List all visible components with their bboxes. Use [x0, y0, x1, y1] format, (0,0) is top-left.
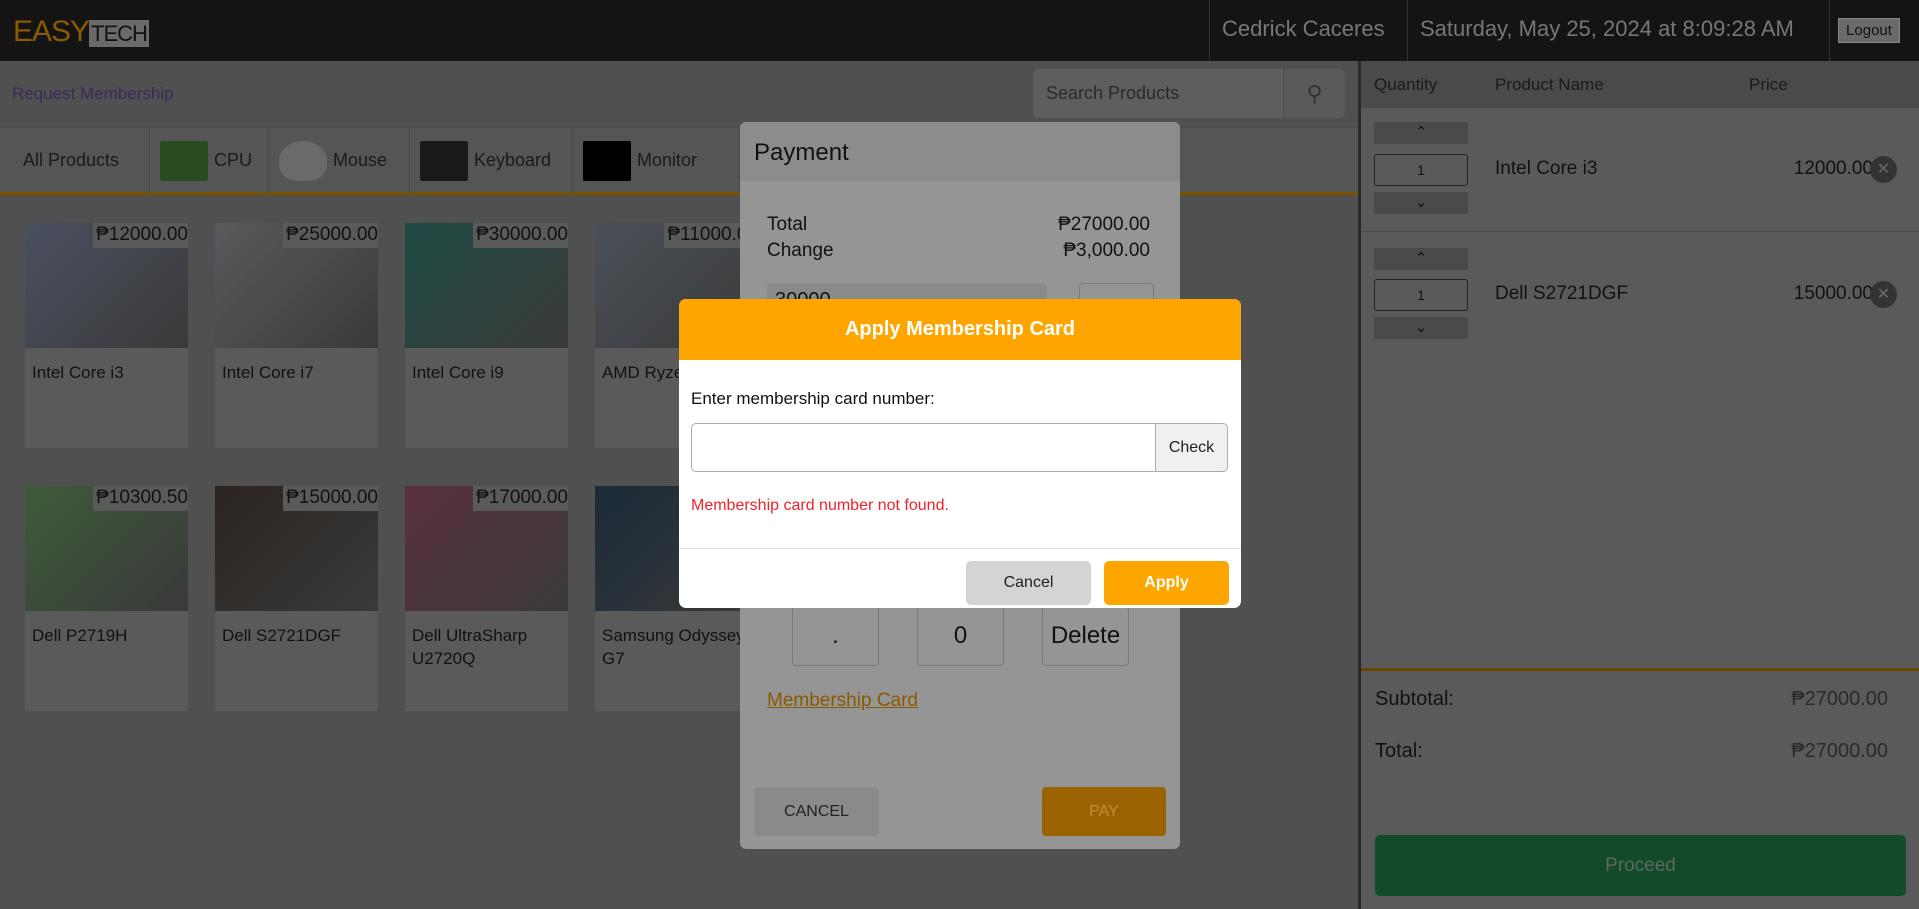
- subtotal-value: ₱27000.00: [1791, 688, 1888, 710]
- product-name: Dell UltraSharp U2720Q: [412, 626, 528, 668]
- logo-easy: EASY: [13, 15, 90, 48]
- cart-row: ⌃ 1 ⌄ Intel Core i3 12000.00 ✕: [1361, 108, 1919, 232]
- category-label: Monitor: [637, 150, 698, 170]
- error-message: Membership card number not found.: [691, 497, 949, 514]
- search-button[interactable]: ⚲: [1283, 69, 1345, 118]
- quantity-header: Quantity: [1374, 75, 1438, 94]
- keyboard-icon: [420, 140, 468, 181]
- category-label: All Products: [23, 150, 120, 170]
- product-price: ₱30000.00: [473, 223, 568, 248]
- quantity-input[interactable]: 1: [1374, 279, 1468, 311]
- increase-qty-button[interactable]: ⌃: [1374, 122, 1468, 144]
- category-label: Mouse: [333, 150, 388, 170]
- product-price: ₱15000.00: [283, 486, 378, 511]
- product-card[interactable]: ₱30000.00 Intel Core i9: [405, 223, 568, 448]
- decrease-qty-button[interactable]: ⌄: [1374, 192, 1468, 214]
- dialog-cancel-button[interactable]: Cancel: [966, 561, 1091, 605]
- product-name-header: Product Name: [1495, 75, 1604, 94]
- product-name: Intel Core i7: [222, 363, 314, 382]
- increase-qty-button[interactable]: ⌃: [1374, 248, 1468, 270]
- product-name: Samsung Odyssey G7: [602, 626, 745, 668]
- apply-button[interactable]: Apply: [1104, 561, 1229, 605]
- product-card[interactable]: ₱10300.50 Dell P2719H: [25, 486, 188, 711]
- decrease-qty-button[interactable]: ⌄: [1374, 317, 1468, 339]
- mouse-icon: [279, 140, 327, 181]
- category-mouse[interactable]: Mouse: [269, 128, 410, 193]
- product-card[interactable]: ₱17000.00 Dell UltraSharp U2720Q: [405, 486, 568, 711]
- cart-item-name: Dell S2721DGF: [1495, 283, 1629, 304]
- keypad-dot[interactable]: .: [792, 606, 879, 666]
- cart-header: Quantity Product Name Price: [1361, 61, 1919, 108]
- category-cpu[interactable]: CPU: [150, 128, 269, 193]
- monitor-icon: [583, 140, 631, 181]
- category-label: CPU: [214, 150, 253, 170]
- logo-tech: TECH: [89, 20, 149, 47]
- price-header: Price: [1749, 75, 1788, 94]
- product-price: ₱12000.00: [93, 223, 188, 248]
- payment-total-label: Total: [767, 214, 808, 235]
- card-number-label: Enter membership card number:: [691, 389, 935, 408]
- category-all-products[interactable]: All Products: [0, 128, 150, 193]
- product-price: ₱10300.50: [93, 486, 188, 511]
- keypad-0[interactable]: 0: [917, 606, 1004, 666]
- cart-item-price: 12000.00: [1793, 158, 1873, 179]
- total-value: ₱27000.00: [1791, 740, 1888, 762]
- product-name: Dell S2721DGF: [222, 626, 342, 645]
- remove-item-button[interactable]: ✕: [1870, 156, 1897, 183]
- toolbar: Request Membership Search Products ⚲: [0, 61, 1358, 127]
- close-icon: ✕: [1876, 286, 1891, 303]
- product-price: ₱25000.00: [283, 223, 378, 248]
- search-input[interactable]: Search Products: [1033, 69, 1283, 118]
- payment-change-value: ₱3,000.00: [1063, 240, 1150, 261]
- pay-button[interactable]: PAY: [1042, 787, 1166, 836]
- proceed-button[interactable]: Proceed: [1375, 835, 1906, 896]
- product-name: Dell P2719H: [32, 626, 128, 645]
- user-name: Cedrick Caceres: [1209, 0, 1407, 61]
- total-label: Total:: [1375, 740, 1423, 762]
- check-button[interactable]: Check: [1155, 423, 1228, 472]
- search-icon: ⚲: [1306, 81, 1323, 106]
- cart-item-name: Intel Core i3: [1495, 158, 1598, 179]
- card-number-input[interactable]: [691, 423, 1156, 472]
- category-keyboard[interactable]: Keyboard: [410, 128, 573, 193]
- dialog-title: Apply Membership Card: [679, 299, 1241, 360]
- close-icon: ✕: [1876, 161, 1891, 178]
- product-card[interactable]: ₱25000.00 Intel Core i7: [215, 223, 378, 448]
- keypad-delete[interactable]: Delete: [1042, 606, 1129, 666]
- logout-button[interactable]: Logout: [1838, 18, 1900, 43]
- category-label: Keyboard: [474, 150, 552, 170]
- request-membership-link[interactable]: Request Membership: [12, 84, 174, 104]
- membership-card-link[interactable]: Membership Card: [767, 690, 918, 712]
- cart-row: ⌃ 1 ⌄ Dell S2721DGF 15000.00 ✕: [1361, 232, 1919, 356]
- payment-change-label: Change: [767, 240, 834, 261]
- remove-item-button[interactable]: ✕: [1870, 281, 1897, 308]
- datetime: Saturday, May 25, 2024 at 8:09:28 AM: [1407, 0, 1830, 61]
- product-name: Intel Core i3: [32, 363, 124, 382]
- payment-total-value: ₱27000.00: [1058, 214, 1150, 235]
- product-card[interactable]: ₱15000.00 Dell S2721DGF: [215, 486, 378, 711]
- product-price: ₱17000.00: [473, 486, 568, 511]
- cpu-icon: [160, 140, 208, 181]
- summary-divider: [1361, 668, 1919, 671]
- category-monitor[interactable]: Monitor: [573, 128, 740, 193]
- product-name: Intel Core i9: [412, 363, 504, 382]
- membership-dialog: Apply Membership Card Enter membership c…: [679, 299, 1241, 608]
- dialog-divider: [679, 548, 1241, 549]
- product-card[interactable]: ₱12000.00 Intel Core i3: [25, 223, 188, 448]
- subtotal-label: Subtotal:: [1375, 688, 1454, 710]
- payment-cancel-button[interactable]: CANCEL: [754, 787, 879, 836]
- cart-item-price: 15000.00: [1793, 283, 1873, 304]
- payment-title: Payment: [740, 122, 1180, 181]
- top-header: EASYTECH Cedrick Caceres Saturday, May 2…: [0, 0, 1919, 61]
- quantity-input[interactable]: 1: [1374, 154, 1468, 186]
- logo: EASYTECH: [13, 15, 149, 49]
